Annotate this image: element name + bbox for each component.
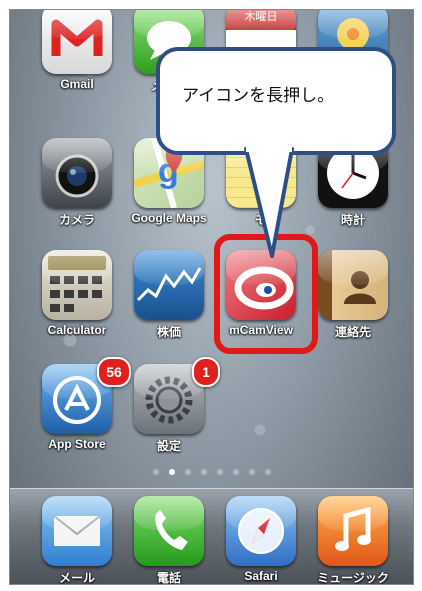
home-screen: Gmail メッセ 木曜日 カメラ g Google Maps モ bbox=[9, 9, 414, 585]
app-label: 電話 bbox=[156, 571, 181, 585]
dock-music[interactable]: ミュージック bbox=[316, 496, 390, 584]
app-label: メール bbox=[58, 571, 95, 585]
page-dot bbox=[200, 469, 207, 475]
dock-safari[interactable]: Safari bbox=[224, 496, 298, 583]
app-label: 設定 bbox=[156, 439, 181, 453]
callout-pointer bbox=[244, 142, 294, 258]
page-dot bbox=[248, 469, 255, 475]
safari-icon bbox=[226, 496, 296, 566]
dock-mail[interactable]: メール bbox=[40, 496, 114, 584]
app-label: ミュージック bbox=[317, 571, 389, 585]
music-icon bbox=[318, 496, 388, 566]
app-label: Calculator bbox=[47, 323, 107, 337]
page-dot bbox=[232, 469, 239, 475]
app-label: App Store bbox=[48, 437, 106, 451]
dock-phone[interactable]: 電話 bbox=[132, 496, 206, 584]
page-indicator[interactable] bbox=[10, 469, 413, 475]
app-label: 株価 bbox=[156, 325, 181, 339]
page-dot bbox=[184, 469, 191, 475]
page-dot bbox=[216, 469, 223, 475]
phone-icon bbox=[134, 496, 204, 566]
page-dot-active bbox=[168, 469, 175, 475]
app-label: Safari bbox=[244, 569, 278, 583]
app-store-badge: 56 bbox=[97, 357, 131, 387]
settings-badge: 1 bbox=[192, 357, 220, 387]
page-dot bbox=[152, 469, 159, 475]
page-dot bbox=[264, 469, 271, 475]
mail-icon bbox=[42, 496, 112, 566]
